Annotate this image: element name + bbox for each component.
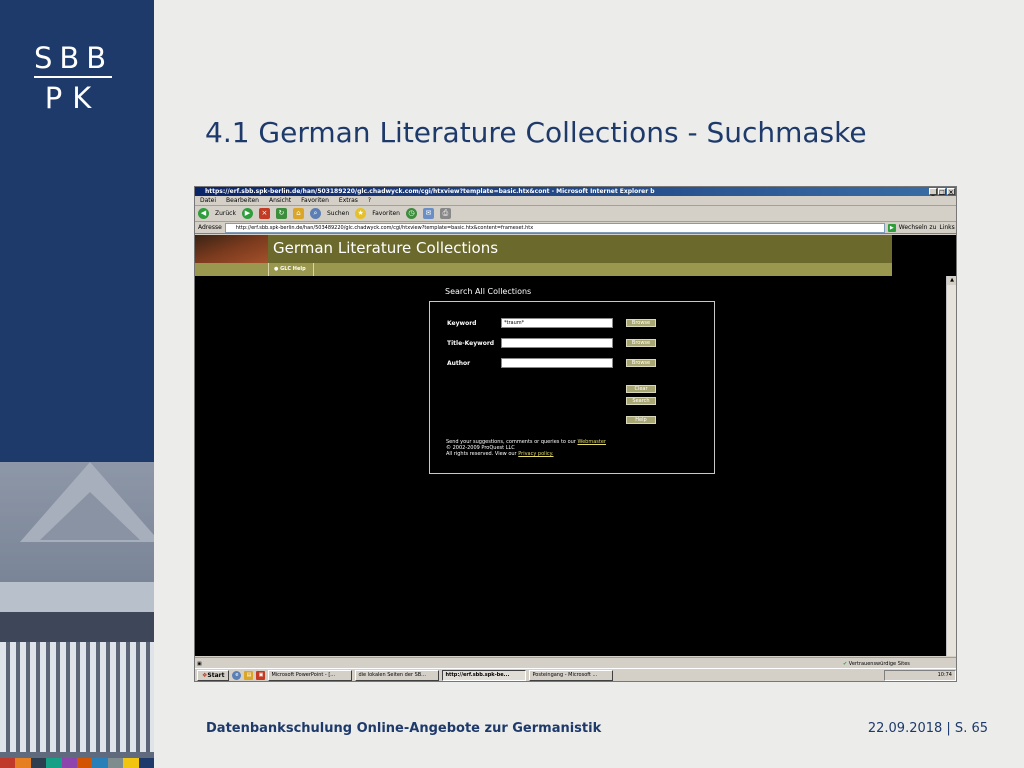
menu-favoriten[interactable]: Favoriten <box>301 196 329 205</box>
browser-title: https://erf.sbb.spk-berlin.de/han/503189… <box>205 188 655 195</box>
logo-divider <box>34 76 112 78</box>
start-button[interactable]: ❖Start <box>197 670 230 681</box>
color-swatch <box>107 758 124 768</box>
task-browser[interactable]: http://erf.sbb.spk-be... <box>442 670 527 681</box>
privacy-policy-link[interactable]: Privacy policy. <box>518 451 553 457</box>
window-controls: _ □ × <box>929 188 955 196</box>
footer-line-3: All rights reserved. View our Privacy po… <box>446 451 686 457</box>
favorites-button-label[interactable]: Favoriten <box>372 210 400 217</box>
footer-rights-text: All rights reserved. View our <box>446 451 517 457</box>
author-browse-button[interactable]: Browse <box>626 359 656 367</box>
links-label[interactable]: Links <box>939 224 954 231</box>
start-label: Start <box>207 672 225 679</box>
color-swatch <box>15 758 31 768</box>
glc-header-title: German Literature Collections <box>273 239 499 257</box>
menu-bearbeiten[interactable]: Bearbeiten <box>226 196 259 205</box>
browser-screenshot: https://erf.sbb.spk-berlin.de/han/503189… <box>194 186 957 682</box>
color-strip <box>0 758 154 768</box>
task-outlook[interactable]: Posteingang - Microsoft ... <box>529 670 614 681</box>
go-arrow-icon[interactable]: ▶ <box>887 223 896 232</box>
mail-icon[interactable]: ✉ <box>422 208 434 219</box>
checkmark-icon: ✔ <box>843 661 848 667</box>
go-button-label[interactable]: Wechseln zu <box>899 224 937 231</box>
back-arrow-icon[interactable]: ◀ <box>198 208 209 219</box>
building-facade <box>0 642 154 752</box>
help-button[interactable]: Help <box>626 416 656 424</box>
webmaster-link[interactable]: Webmaster <box>577 439 606 445</box>
task-sbb-pages[interactable]: die lokalen Seiten der SB... <box>355 670 440 681</box>
title-keyword-label: Title-Keyword <box>447 340 495 347</box>
browser-statusbar: ▣ ✔ Vertrauenswürdige Sites <box>195 657 956 668</box>
color-swatch <box>138 758 154 768</box>
search-button[interactable]: Search <box>626 397 656 405</box>
back-button-label[interactable]: Zurück <box>215 210 236 217</box>
security-zone-label: Vertrauenswürdige Sites <box>848 661 910 667</box>
clear-button[interactable]: Clear <box>626 385 656 393</box>
color-swatch <box>30 758 47 768</box>
scroll-up-icon[interactable]: ▲ <box>947 276 956 285</box>
author-input[interactable] <box>501 358 613 368</box>
color-swatch <box>61 758 78 768</box>
task-powerpoint[interactable]: Microsoft PowerPoint - [... <box>268 670 353 681</box>
browser-menubar: Datei Bearbeiten Ansicht Favoriten Extra… <box>195 196 956 206</box>
vertical-scrollbar[interactable]: ▲ <box>946 276 956 656</box>
clock: 10:74 <box>937 672 952 678</box>
browser-titlebar: https://erf.sbb.spk-berlin.de/han/503189… <box>195 187 956 196</box>
author-label: Author <box>447 360 471 367</box>
forward-arrow-icon[interactable]: ▶ <box>241 208 253 219</box>
color-swatch <box>92 758 108 768</box>
title-keyword-browse-button[interactable]: Browse <box>626 339 656 347</box>
search-form: Keyword *traum* Browse Title-Keyword Bro… <box>429 301 715 474</box>
page-viewport: German Literature Collections ● GLC Help… <box>195 235 956 656</box>
title-keyword-input[interactable] <box>501 338 613 348</box>
maximize-icon[interactable]: □ <box>938 188 946 196</box>
address-bar: Adresse http://erf.sbb.spk-berlin.de/han… <box>195 222 956 234</box>
stop-icon[interactable]: × <box>258 208 270 219</box>
keyword-browse-button[interactable]: Browse <box>626 319 656 327</box>
keyword-input[interactable]: *traum* <box>501 318 613 328</box>
home-icon[interactable]: ⌂ <box>292 208 304 219</box>
refresh-icon[interactable]: ↻ <box>275 208 287 219</box>
slide-sidebar: SBB PK <box>0 0 154 768</box>
color-swatch <box>123 758 139 768</box>
books-image <box>195 235 268 263</box>
building-photo <box>0 462 154 758</box>
building-pediment-relief <box>40 492 140 540</box>
menu-ansicht[interactable]: Ansicht <box>269 196 291 205</box>
building-roof <box>0 582 154 612</box>
sbb-pk-logo: SBB PK <box>34 42 112 114</box>
windows-taskbar: ❖Start e ▤ ▣ Microsoft PowerPoint - [...… <box>195 668 956 681</box>
menu-datei[interactable]: Datei <box>200 196 216 205</box>
color-swatch <box>77 758 93 768</box>
logo-bottom-text: PK <box>44 81 102 115</box>
menu-extras[interactable]: Extras <box>339 196 358 205</box>
address-input[interactable]: http://erf.sbb.spk-berlin.de/han/5034892… <box>224 222 885 233</box>
search-heading: Search All Collections <box>445 287 532 296</box>
quicklaunch-ie-icon[interactable]: e <box>232 671 242 680</box>
favorites-star-icon[interactable]: ★ <box>355 208 367 219</box>
search-icon[interactable]: ⌕ <box>309 208 321 219</box>
keyword-label: Keyword <box>447 320 477 327</box>
slide-title: 4.1 German Literature Collections - Such… <box>205 116 867 149</box>
history-icon[interactable]: ◷ <box>405 208 417 219</box>
print-icon[interactable]: ⎙ <box>439 208 451 219</box>
system-tray: 10:74 <box>884 670 956 681</box>
close-icon[interactable]: × <box>947 188 955 196</box>
quicklaunch-folder-icon[interactable]: ▤ <box>244 671 254 680</box>
search-button-label[interactable]: Suchen <box>327 210 349 217</box>
minimize-icon[interactable]: _ <box>929 188 937 196</box>
browser-toolbar: ◀ Zurück ▶ × ↻ ⌂ ⌕ Suchen ★ Favoriten ◷ … <box>195 206 956 222</box>
slide-footer-date-page: 22.09.2018 | S. 65 <box>867 721 988 736</box>
form-footer: Send your suggestions, comments or queri… <box>446 439 686 457</box>
building-band <box>0 612 154 642</box>
address-label: Adresse <box>198 224 222 231</box>
color-swatch <box>46 758 62 768</box>
glc-help-link[interactable]: ● GLC Help <box>268 263 314 276</box>
quicklaunch-app-icon[interactable]: ▣ <box>256 671 266 680</box>
menu-help[interactable]: ? <box>368 196 371 205</box>
logo-top-text: SBB <box>34 41 114 75</box>
slide-footer-title: Datenbankschulung Online-Angebote zur Ge… <box>206 721 602 736</box>
color-swatch <box>0 758 16 768</box>
